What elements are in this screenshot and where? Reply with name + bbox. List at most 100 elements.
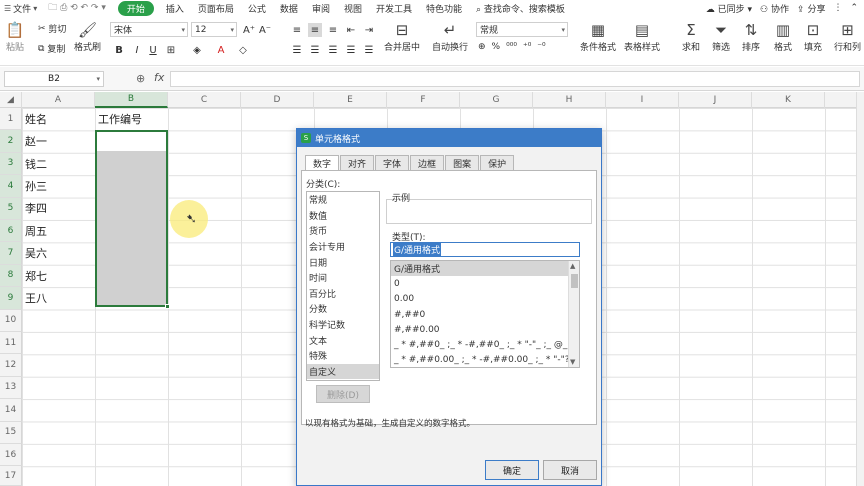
- column-header-j[interactable]: J: [679, 92, 752, 108]
- font-size-select[interactable]: 12 ▾: [191, 22, 237, 37]
- row-header-4[interactable]: 4: [0, 175, 22, 198]
- more-options-icon[interactable]: ⋮: [833, 3, 842, 13]
- type-input[interactable]: G/通用格式: [390, 242, 580, 257]
- bold-button[interactable]: B: [112, 43, 126, 57]
- type-list[interactable]: G/通用格式 0 0.00 #,##0 #,##0.00 _ * #,##0_ …: [390, 260, 580, 368]
- tab-view[interactable]: 视图: [337, 2, 369, 15]
- row-header-1[interactable]: 1: [0, 108, 22, 131]
- type-item[interactable]: _ * #,##0.00_ ;_ * -#,##0.00_ ;_ * "-"??…: [391, 353, 569, 367]
- cell-a2[interactable]: 赵一: [22, 130, 47, 152]
- underline-button[interactable]: U: [146, 43, 160, 57]
- type-item[interactable]: #,##0: [391, 307, 569, 322]
- share-button[interactable]: ⇪ 分享: [797, 2, 825, 15]
- category-item-accounting[interactable]: 会计专用: [307, 239, 379, 255]
- tab-page-layout[interactable]: 页面布局: [191, 2, 241, 15]
- tab-font[interactable]: 字体: [375, 155, 410, 170]
- column-header-e[interactable]: E: [314, 92, 387, 108]
- align-middle-icon[interactable]: ≡: [308, 23, 322, 37]
- chevron-up-icon[interactable]: ▲: [570, 262, 575, 270]
- row-header-15[interactable]: 15: [0, 421, 22, 444]
- italic-button[interactable]: I: [130, 43, 144, 57]
- tab-border[interactable]: 边框: [410, 155, 445, 170]
- tab-pattern[interactable]: 图案: [445, 155, 480, 170]
- dialog-title-bar[interactable]: S 单元格格式: [297, 129, 601, 147]
- delete-button[interactable]: 删除(D): [316, 385, 370, 403]
- increase-decimal-icon[interactable]: ⁺⁰: [523, 42, 531, 52]
- align-top-icon[interactable]: ≡: [290, 23, 304, 37]
- cell-a1[interactable]: 姓名: [22, 108, 47, 130]
- row-header-6[interactable]: 6: [0, 220, 22, 243]
- cell-a6[interactable]: 周五: [22, 220, 47, 242]
- zoom-icon[interactable]: ⊕: [136, 72, 145, 85]
- row-header-2[interactable]: 2: [0, 130, 22, 153]
- column-header-i[interactable]: I: [606, 92, 679, 108]
- type-item[interactable]: #,##0.00: [391, 322, 569, 337]
- row-header-12[interactable]: 12: [0, 354, 22, 377]
- number-format-select[interactable]: 常规 ▾: [476, 22, 568, 37]
- cut-button[interactable]: ✂ 剪切: [38, 22, 66, 36]
- fill-button[interactable]: ⊡ 填充: [802, 20, 824, 53]
- cell-b1[interactable]: 工作编号: [95, 108, 142, 130]
- format-painter-button[interactable]: 🖌 格式刷: [74, 20, 101, 53]
- category-item-general[interactable]: 常规: [307, 192, 379, 208]
- row-header-5[interactable]: 5: [0, 197, 22, 220]
- column-header-g[interactable]: G: [460, 92, 533, 108]
- cell-a4[interactable]: 孙三: [22, 175, 47, 197]
- tab-features[interactable]: 特色功能: [419, 2, 469, 15]
- filter-button[interactable]: ⏷ 筛选: [710, 20, 732, 53]
- column-header-d[interactable]: D: [241, 92, 314, 108]
- column-header-a[interactable]: A: [22, 92, 95, 108]
- type-item[interactable]: 0: [391, 276, 569, 291]
- selected-range-b2-b9[interactable]: [95, 130, 168, 307]
- indent-increase-icon[interactable]: ⇥: [362, 23, 376, 37]
- cell-a5[interactable]: 李四: [22, 197, 47, 219]
- row-header-10[interactable]: 10: [0, 309, 22, 332]
- row-header-14[interactable]: 14: [0, 399, 22, 422]
- table-style-button[interactable]: ▤ 表格样式: [624, 20, 660, 53]
- sync-status[interactable]: ☁ 已同步 ▾: [706, 2, 752, 15]
- decrease-font-icon[interactable]: A⁻: [258, 23, 272, 37]
- border-icon[interactable]: ⊞: [164, 43, 178, 57]
- wrap-text-button[interactable]: ↵ 自动换行: [432, 20, 468, 53]
- quick-access-toolbar[interactable]: 🗀 ⎙ ⟲ ↶ ↷ ▾: [41, 0, 113, 16]
- sum-button[interactable]: Σ 求和: [680, 20, 702, 53]
- chevron-down-icon[interactable]: ▼: [570, 358, 575, 366]
- copy-button[interactable]: ⧉ 复制: [38, 42, 65, 56]
- select-all-corner[interactable]: ◢: [0, 92, 22, 108]
- category-item-time[interactable]: 时间: [307, 270, 379, 286]
- row-header-17[interactable]: 17: [0, 466, 22, 486]
- category-item-number[interactable]: 数值: [307, 208, 379, 224]
- conditional-format-button[interactable]: ▦ 条件格式: [580, 20, 616, 53]
- row-header-9[interactable]: 9: [0, 287, 22, 310]
- scrollbar-thumb[interactable]: [571, 274, 578, 288]
- column-header-f[interactable]: F: [387, 92, 460, 108]
- row-header-16[interactable]: 16: [0, 444, 22, 467]
- fx-icon[interactable]: fx: [154, 71, 164, 84]
- tab-developer[interactable]: 开发工具: [369, 2, 419, 15]
- format-button[interactable]: ▥ 格式: [772, 20, 794, 53]
- merge-center-button[interactable]: ⊟ 合并居中: [384, 20, 420, 53]
- type-list-scrollbar[interactable]: ▲ ▼: [568, 261, 579, 367]
- column-header-b[interactable]: B: [95, 92, 168, 108]
- cell-a3[interactable]: 钱二: [22, 153, 47, 175]
- column-header-c[interactable]: C: [168, 92, 241, 108]
- category-item-text[interactable]: 文本: [307, 332, 379, 348]
- category-item-scientific[interactable]: 科学记数: [307, 317, 379, 333]
- increase-font-icon[interactable]: A⁺: [242, 23, 256, 37]
- name-box[interactable]: B2 ▾: [4, 71, 104, 87]
- category-item-percentage[interactable]: 百分比: [307, 286, 379, 302]
- category-item-custom[interactable]: 自定义: [307, 363, 379, 380]
- sort-button[interactable]: ⇅ 排序: [740, 20, 762, 53]
- chevron-up-icon[interactable]: ⌃: [850, 3, 858, 13]
- row-header-8[interactable]: 8: [0, 264, 22, 288]
- tab-formulas[interactable]: 公式: [241, 2, 273, 15]
- row-header-7[interactable]: 7: [0, 242, 22, 265]
- ok-button[interactable]: 确定: [485, 460, 539, 480]
- vertical-scrollbar[interactable]: [856, 92, 864, 486]
- type-item[interactable]: 0.00: [391, 292, 569, 307]
- rows-cols-button[interactable]: ⊞ 行和列: [834, 20, 861, 53]
- clear-format-icon[interactable]: ◇: [236, 43, 250, 57]
- cancel-button[interactable]: 取消: [543, 460, 597, 480]
- column-header-h[interactable]: H: [533, 92, 606, 108]
- distributed-icon[interactable]: ☰: [362, 43, 376, 57]
